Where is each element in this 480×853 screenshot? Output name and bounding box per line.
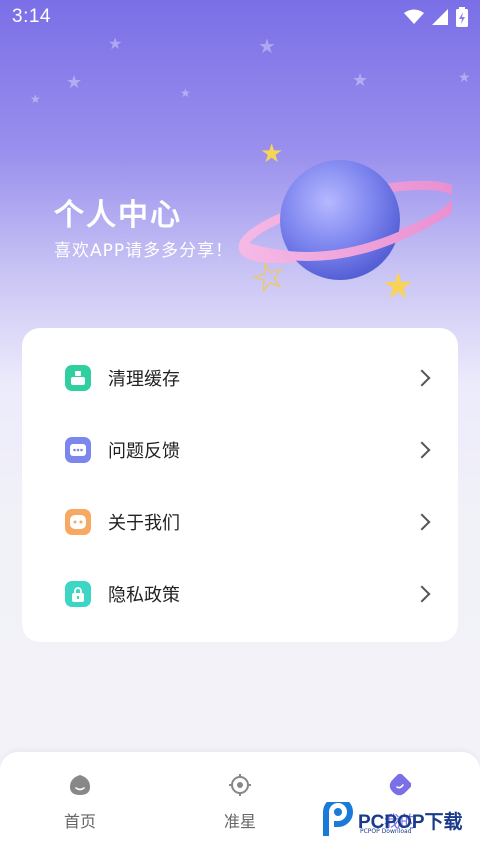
- decor-star-icon: ★: [66, 72, 83, 93]
- menu-label: 隐私政策: [108, 585, 180, 606]
- status-icons: [404, 7, 468, 27]
- tab-crosshair[interactable]: 准星: [200, 774, 280, 834]
- menu-item-about[interactable]: 关于我们: [22, 486, 458, 558]
- decor-star-icon: ★: [258, 34, 276, 58]
- signal-icon: [432, 9, 448, 25]
- tab-label: 首页: [63, 812, 96, 831]
- svg-text:★: ★: [260, 139, 283, 169]
- menu-item-privacy[interactable]: 隐私政策: [22, 558, 458, 630]
- page-subtitle: 喜欢APP请多多分享！: [54, 241, 234, 261]
- smile-icon: [65, 509, 91, 535]
- svg-text:★: ★: [382, 266, 414, 307]
- status-time: 3:14: [12, 6, 51, 27]
- crosshair-icon: [229, 774, 251, 796]
- menu-card: 清理缓存 问题反馈 关于我们 隐私政策: [22, 328, 458, 642]
- chevron-right-icon: [413, 513, 431, 531]
- watermark-logo-icon: [323, 802, 353, 836]
- broom-icon: [65, 365, 91, 391]
- decor-star-icon: ★: [30, 92, 41, 106]
- home-icon: [70, 775, 90, 795]
- watermark: PCPOP下载 PCPOP Download: [322, 800, 463, 840]
- tab-label: 准星: [223, 812, 256, 831]
- page-title: 个人中心: [54, 198, 182, 233]
- chevron-right-icon: [413, 441, 431, 459]
- decor-star-icon: ★: [108, 34, 123, 53]
- tab-home[interactable]: 首页: [40, 774, 120, 834]
- menu-label: 关于我们: [108, 513, 180, 534]
- lock-icon: [65, 581, 91, 607]
- decor-star-icon: ★: [352, 70, 369, 91]
- watermark-subtext: PCPOP Download: [360, 828, 412, 835]
- status-bar: 3:14: [0, 0, 480, 34]
- menu-item-clear-cache[interactable]: 清理缓存: [22, 342, 458, 414]
- decor-star-icon: ★: [458, 70, 471, 86]
- planet-illustration: ★ ☆ ★: [238, 139, 452, 307]
- wifi-icon: [404, 9, 424, 24]
- decor-star-icon: ★: [180, 86, 191, 100]
- battery-icon: [456, 7, 468, 27]
- menu-label: 问题反馈: [108, 441, 180, 462]
- menu-label: 清理缓存: [108, 369, 180, 390]
- menu-item-feedback[interactable]: 问题反馈: [22, 414, 458, 486]
- chevron-right-icon: [413, 369, 431, 387]
- profile-icon: [389, 774, 411, 796]
- chat-icon: [65, 437, 91, 463]
- chevron-right-icon: [413, 585, 431, 603]
